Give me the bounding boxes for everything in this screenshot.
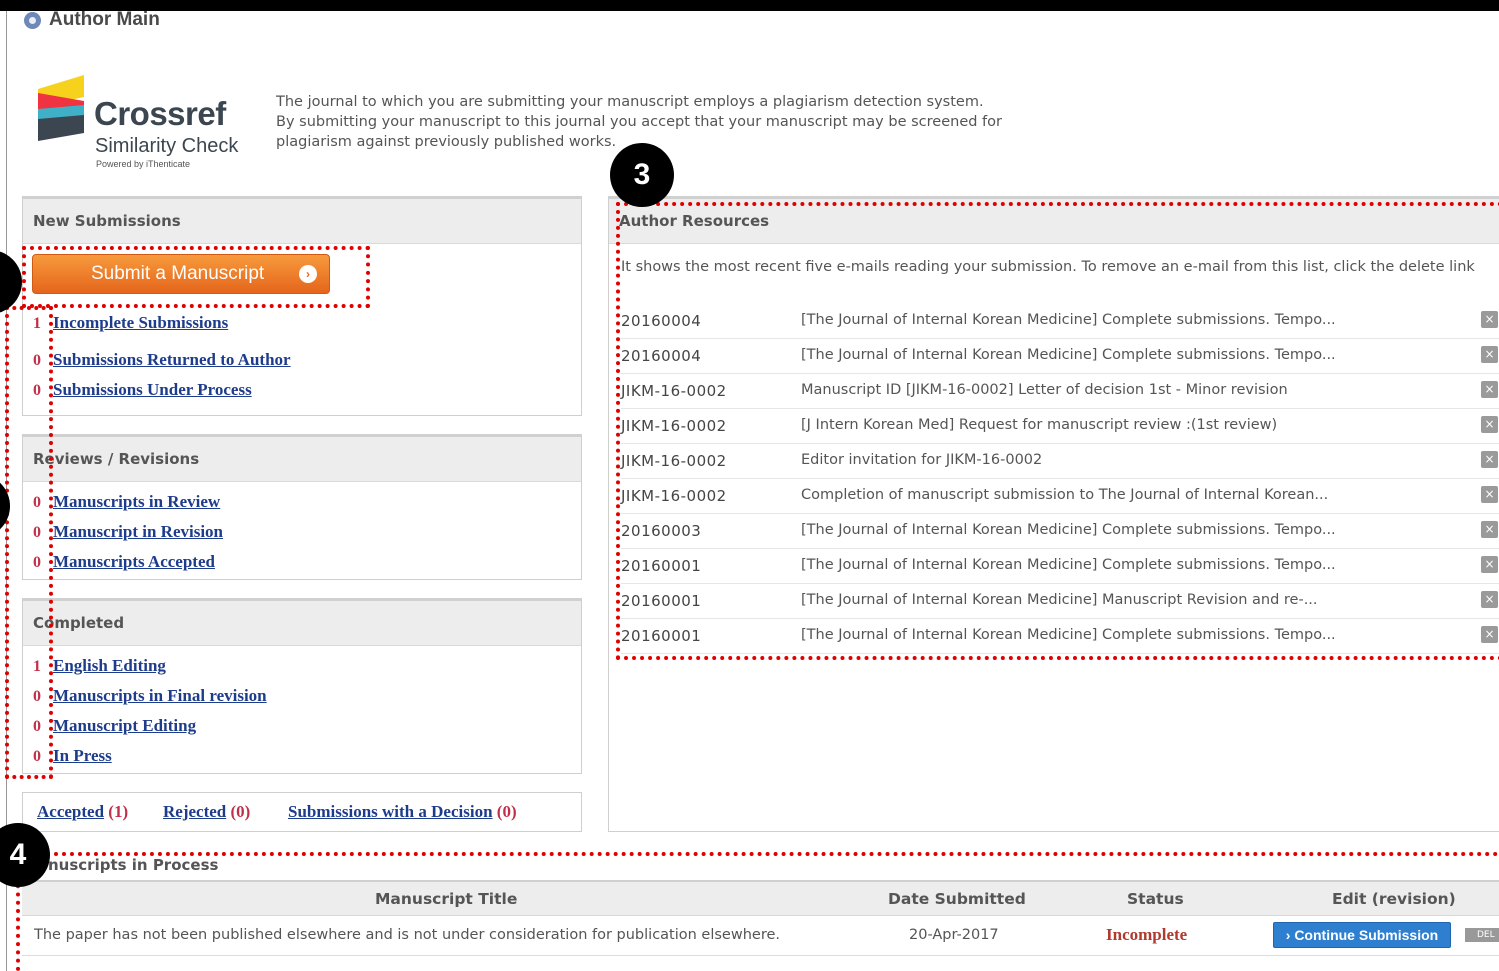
manuscripts-in-review-link[interactable]: Manuscripts in Review [53,492,220,512]
col-status: Status [1127,890,1184,908]
page-title-text: Author Main [49,9,160,30]
accepted-link[interactable]: Accepted [37,802,104,821]
rejected-decision-count: (0) [230,802,251,821]
accepted-decision-count: (1) [108,802,129,821]
with-decision-link[interactable]: Submissions with a Decision [288,802,493,821]
completed-title: Completed [23,601,581,646]
manuscript-in-revision-link[interactable]: Manuscript in Revision [53,522,223,542]
in-press-link[interactable]: In Press [53,746,112,766]
marker-4: 4 [0,823,50,887]
with-decision[interactable]: Submissions with a Decision (0) [288,802,517,822]
status-badge: Incomplete [1106,925,1188,944]
logo-subtitle: Similarity Check [95,135,239,157]
logo-brand: Crossref [94,95,226,132]
rejected-decision[interactable]: Rejected (0) [163,802,250,822]
decision-bar: Accepted (1) Rejected (0) Submissions wi… [22,792,582,832]
annotation-box-2 [5,306,53,779]
rejected-link[interactable]: Rejected [163,802,226,821]
crossref-mark-icon [38,75,84,141]
date-submitted: 20-Apr-2017 [909,927,999,943]
continue-submission-button[interactable]: › Continue Submission [1273,922,1451,948]
table-row: The paper has not been published elsewhe… [22,916,1499,956]
reviews-title: Reviews / Revisions [23,437,581,482]
col-date: Date Submitted [888,890,1026,908]
incomplete-submissions-link[interactable]: Incomplete Submissions [53,313,228,333]
marker-3: 3 [610,143,674,207]
final-revision-link[interactable]: Manuscripts in Final revision [53,686,267,706]
manuscript-editing-link[interactable]: Manuscript Editing [53,716,196,736]
page-title: Author Main [24,8,160,32]
process-table-header: Manuscript Title Date Submitted Status E… [22,880,1499,916]
under-process-link[interactable]: Submissions Under Process [53,380,252,400]
annotation-box-3 [616,202,1499,660]
with-decision-count: (0) [496,802,517,821]
new-submissions-title: New Submissions [23,199,581,244]
annotation-line-4-left [16,876,20,971]
marker-1 [0,250,22,314]
manuscript-title: The paper has not been published elsewhe… [34,927,780,943]
returned-submissions-link[interactable]: Submissions Returned to Author [53,350,291,370]
gear-icon [24,11,41,29]
process-title: nuscripts in Process [48,856,219,874]
annotation-box-1 [22,246,370,308]
accepted-decision[interactable]: Accepted (1) [37,802,128,822]
reviews-panel: Reviews / Revisions 0 Manuscripts in Rev… [22,434,582,580]
crossref-logo: Crossref Similarity Check Powered by iTh… [38,75,248,175]
col-title: Manuscript Title [375,890,518,908]
delete-button[interactable]: DEL [1465,928,1499,942]
top-bar [0,0,1499,11]
annotation-line-4 [30,852,1499,856]
english-editing-link[interactable]: English Editing [53,656,166,676]
logo-powered: Powered by iThenticate [96,159,191,169]
completed-panel: Completed 1 English Editing 0 Manuscript… [22,598,582,774]
manuscripts-accepted-link[interactable]: Manuscripts Accepted [53,552,215,572]
col-edit: Edit (revision) [1332,890,1456,908]
